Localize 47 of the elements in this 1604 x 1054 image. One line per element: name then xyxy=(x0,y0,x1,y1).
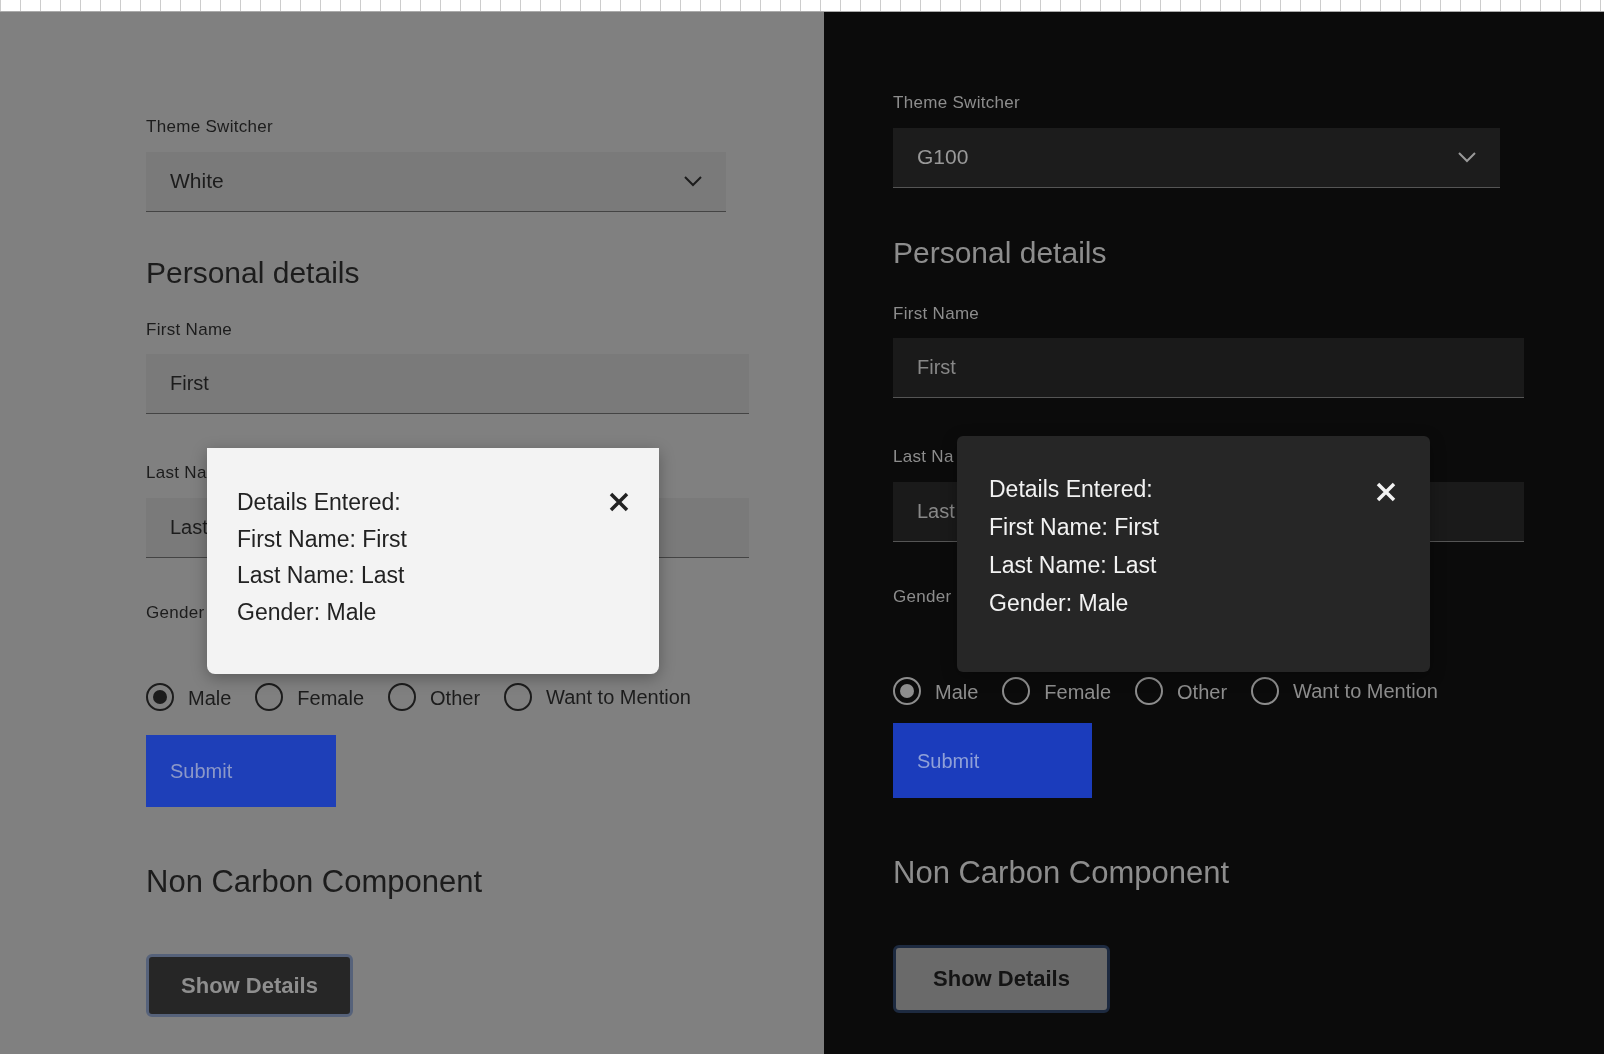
field-label: Gender xyxy=(146,601,205,624)
radio-button[interactable] xyxy=(255,683,284,711)
field-label: Theme Switcher xyxy=(146,116,274,138)
radio-option[interactable]: Male xyxy=(893,677,979,707)
theme-dropdown[interactable]: G100 xyxy=(893,127,1500,188)
chevron-down-icon xyxy=(684,175,702,187)
radio-button[interactable] xyxy=(1002,677,1031,705)
show-details-button[interactable]: Show Details xyxy=(146,953,353,1017)
radio-option[interactable]: Want to Mention xyxy=(1251,677,1444,705)
show-details-button[interactable]: Show Details xyxy=(893,944,1110,1013)
text-input-field[interactable]: First xyxy=(146,354,749,414)
radio-option[interactable]: Female xyxy=(1002,677,1112,707)
section-heading: Non Carbon Component xyxy=(146,863,484,901)
radio-button[interactable] xyxy=(388,683,417,711)
submit-button[interactable]: Submit xyxy=(893,723,1092,798)
field-label: Theme Switcher xyxy=(893,92,1021,114)
section-heading: Personal details xyxy=(146,254,361,291)
radio-button[interactable] xyxy=(146,683,174,711)
dialog-text: Last Name: Last xyxy=(237,561,405,590)
field-label: Last Na xyxy=(893,446,954,468)
radio-option[interactable]: Female xyxy=(255,683,365,713)
field-label: First Name xyxy=(893,302,980,325)
dialog-text: First Name: First xyxy=(989,513,1159,542)
dialog-text: Details Entered: xyxy=(237,488,401,517)
section-heading: Non Carbon Component xyxy=(893,854,1231,892)
dialog-text: Gender: Male xyxy=(989,589,1129,618)
radio-option[interactable]: Other xyxy=(1135,677,1228,707)
radio-button[interactable] xyxy=(1251,677,1280,705)
theme-dropdown[interactable]: White xyxy=(146,151,726,212)
radio-option[interactable]: Male xyxy=(146,683,232,713)
dialog-text: Last Name: Last xyxy=(989,551,1157,580)
field-label: First Name xyxy=(146,318,233,341)
radio-button[interactable] xyxy=(1135,677,1164,705)
text-input-field[interactable]: First xyxy=(893,338,1524,398)
dialog-text: Gender: Male xyxy=(237,597,377,627)
radio-option[interactable]: Other xyxy=(388,683,481,713)
submit-button[interactable]: Submit xyxy=(146,735,336,807)
radio-option[interactable]: Want to Mention xyxy=(504,683,697,711)
field-label: Gender xyxy=(893,585,952,608)
field-label: Last Na xyxy=(146,462,207,484)
dialog-text: Details Entered: xyxy=(989,475,1153,504)
radio-button[interactable] xyxy=(893,677,921,705)
section-heading: Personal details xyxy=(893,234,1108,271)
dialog-text: First Name: First xyxy=(237,524,407,554)
chevron-down-icon xyxy=(1458,151,1476,163)
radio-button[interactable] xyxy=(504,683,533,711)
close-icon[interactable] xyxy=(609,492,629,512)
